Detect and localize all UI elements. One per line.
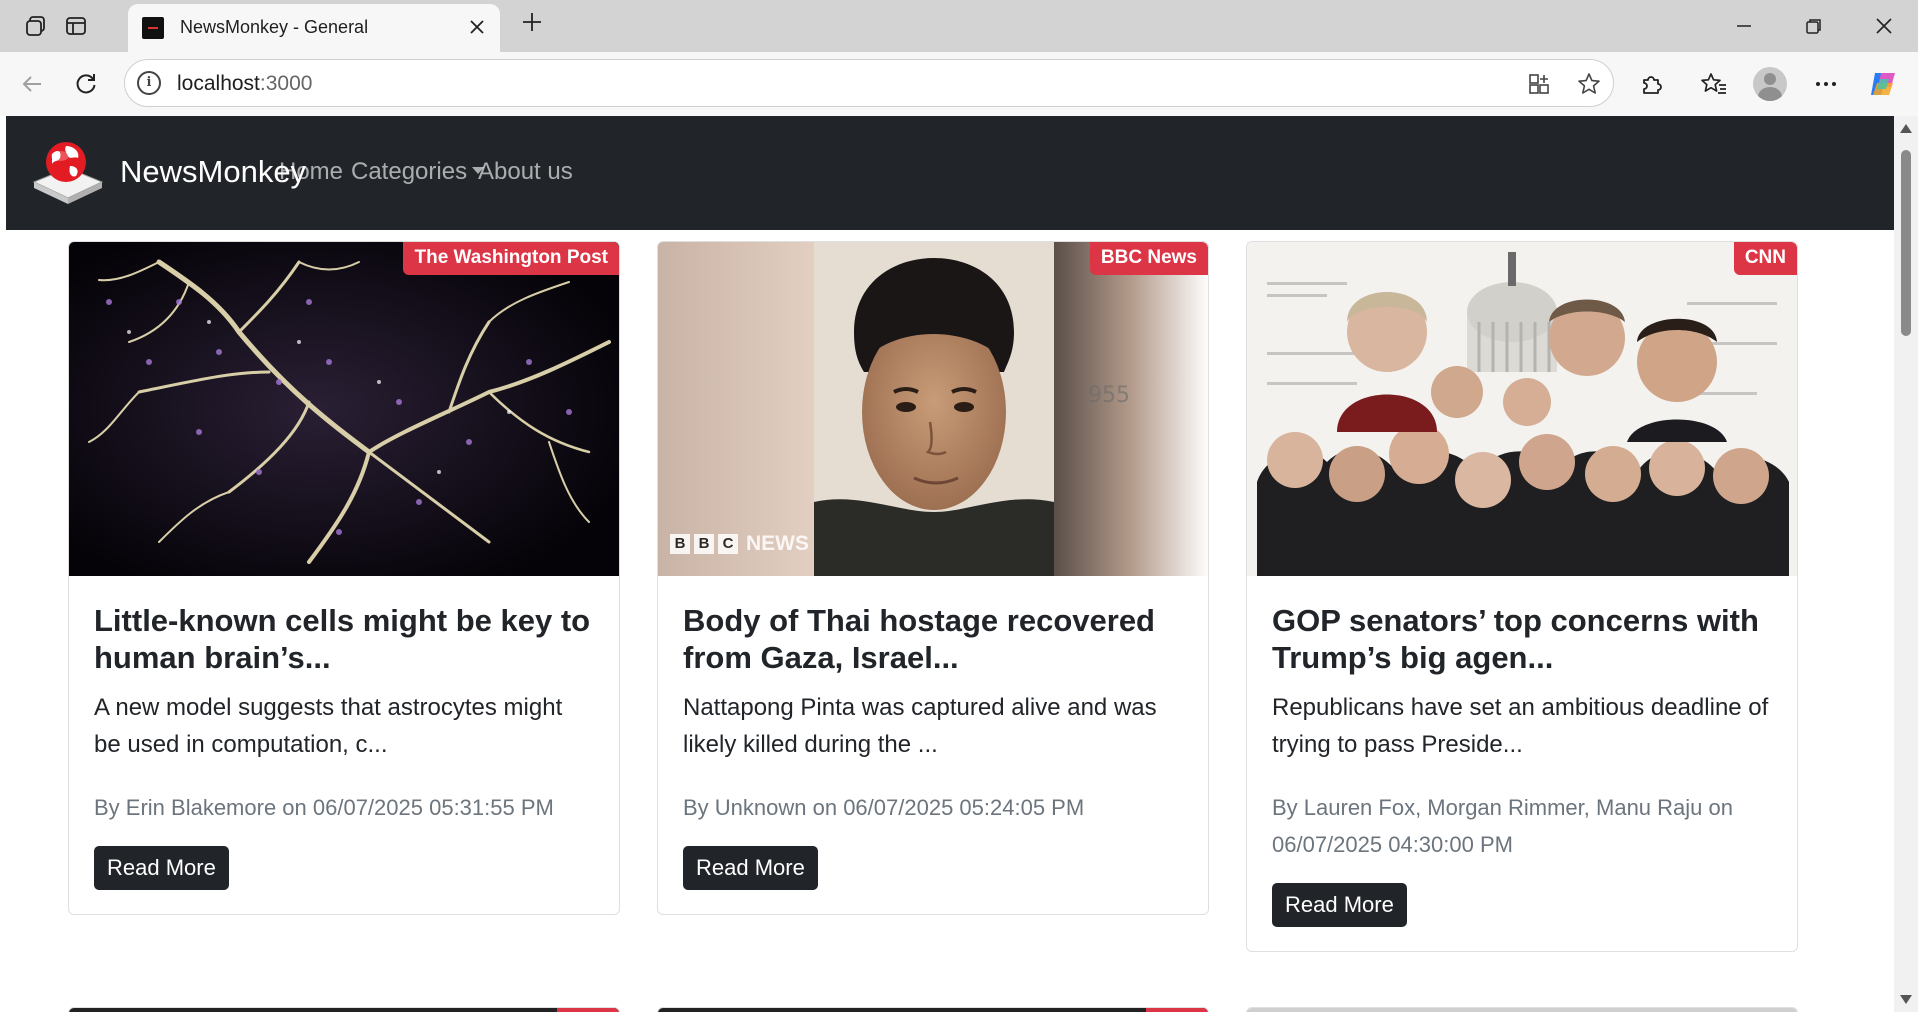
article-title: GOP senators’ top concerns with Trump’s … xyxy=(1272,603,1759,675)
site-info-icon[interactable]: i xyxy=(137,71,161,95)
news-card-next-row xyxy=(68,1007,620,1012)
nav-home-link[interactable]: Home xyxy=(279,158,343,186)
workspaces-icon[interactable] xyxy=(22,12,50,40)
news-card-next-row xyxy=(1246,1007,1798,1012)
nav-categories-label: Categories xyxy=(351,158,468,185)
url-text[interactable]: localhost:3000 xyxy=(177,72,312,96)
source-badge: The Washington Post xyxy=(403,242,619,275)
source-badge: BBC News xyxy=(1089,242,1208,275)
article-image-portrait: 955 B B C NEWS BBC News xyxy=(658,242,1208,576)
newsmonkey-favicon-icon xyxy=(142,17,164,39)
article-title: Little-known cells might be key to human… xyxy=(94,603,591,675)
url-host: localhost xyxy=(177,72,260,95)
nav-about-link[interactable]: About us xyxy=(478,158,573,186)
bbc-news-watermark: B B C NEWS xyxy=(670,532,809,556)
nav-categories-dropdown[interactable]: Categories xyxy=(351,158,485,186)
news-card: CNN GOP senators’ top concerns with Trum… xyxy=(1246,241,1798,952)
restore-icon[interactable] xyxy=(1794,10,1834,42)
svg-text:955: 955 xyxy=(1088,383,1130,408)
site-navbar: NewsMonkey Home Categories About us xyxy=(6,116,1894,230)
url-port: :3000 xyxy=(259,72,313,95)
more-options-icon[interactable] xyxy=(1808,66,1844,102)
refresh-icon[interactable] xyxy=(68,66,104,102)
page-viewport: NewsMonkey Home Categories About us The … xyxy=(6,116,1894,1012)
address-bar[interactable]: i localhost:3000 xyxy=(124,59,1614,107)
card-body: Little-known cells might be key to human… xyxy=(69,576,619,914)
profile-avatar-icon[interactable] xyxy=(1752,66,1788,102)
newsmonkey-logo-icon[interactable] xyxy=(28,138,108,210)
read-more-button[interactable]: Read More xyxy=(94,846,229,890)
article-description: Nattapong Pinta was captured alive and w… xyxy=(683,694,1157,758)
page-scrollbar[interactable] xyxy=(1894,116,1918,1012)
article-meta: By Erin Blakemore on 06/07/2025 05:31:55… xyxy=(94,795,554,820)
card-body: GOP senators’ top concerns with Trump’s … xyxy=(1247,576,1797,951)
article-title: Body of Thai hostage recovered from Gaza… xyxy=(683,603,1155,675)
browser-toolbar: i localhost:3000 xyxy=(0,52,1918,116)
news-card-next-row xyxy=(657,1007,1209,1012)
favorites-icon[interactable] xyxy=(1696,66,1732,102)
back-arrow-icon[interactable] xyxy=(14,66,50,102)
article-image-senators-collage: CNN xyxy=(1247,242,1797,576)
app-available-icon[interactable] xyxy=(1525,70,1553,98)
browser-tab-bar: NewsMonkey - General xyxy=(0,0,1918,52)
card-body: Body of Thai hostage recovered from Gaza… xyxy=(658,576,1208,914)
copilot-icon[interactable] xyxy=(1866,66,1902,102)
new-tab-button[interactable] xyxy=(516,8,548,40)
article-meta: By Unknown on 06/07/2025 05:24:05 PM xyxy=(683,795,1085,820)
scrollbar-thumb[interactable] xyxy=(1901,150,1911,336)
close-tab-icon[interactable] xyxy=(464,14,490,40)
close-window-icon[interactable] xyxy=(1864,10,1904,42)
active-tab[interactable]: NewsMonkey - General xyxy=(128,4,500,52)
scroll-down-arrow-icon[interactable] xyxy=(1900,995,1912,1004)
article-meta: By Lauren Fox, Morgan Rimmer, Manu Raju … xyxy=(1272,795,1733,857)
article-description: A new model suggests that astrocytes mig… xyxy=(94,694,563,758)
source-badge: CNN xyxy=(1733,242,1797,275)
extensions-icon[interactable] xyxy=(1634,66,1670,102)
tab-title: NewsMonkey - General xyxy=(180,17,369,37)
vertical-tabs-icon[interactable] xyxy=(62,12,90,40)
news-card: The Washington Post Little-known cells m… xyxy=(68,241,620,915)
read-more-button[interactable]: Read More xyxy=(683,846,818,890)
read-more-button[interactable]: Read More xyxy=(1272,883,1407,927)
minimize-icon[interactable] xyxy=(1724,10,1764,42)
favorite-star-icon[interactable] xyxy=(1575,70,1603,98)
article-image-astrocytes: The Washington Post xyxy=(69,242,619,576)
scroll-up-arrow-icon[interactable] xyxy=(1900,124,1912,133)
news-card: 955 B B C NEWS BBC News Body of Thai hos… xyxy=(657,241,1209,915)
article-description: Republicans have set an ambitious deadli… xyxy=(1272,694,1769,758)
